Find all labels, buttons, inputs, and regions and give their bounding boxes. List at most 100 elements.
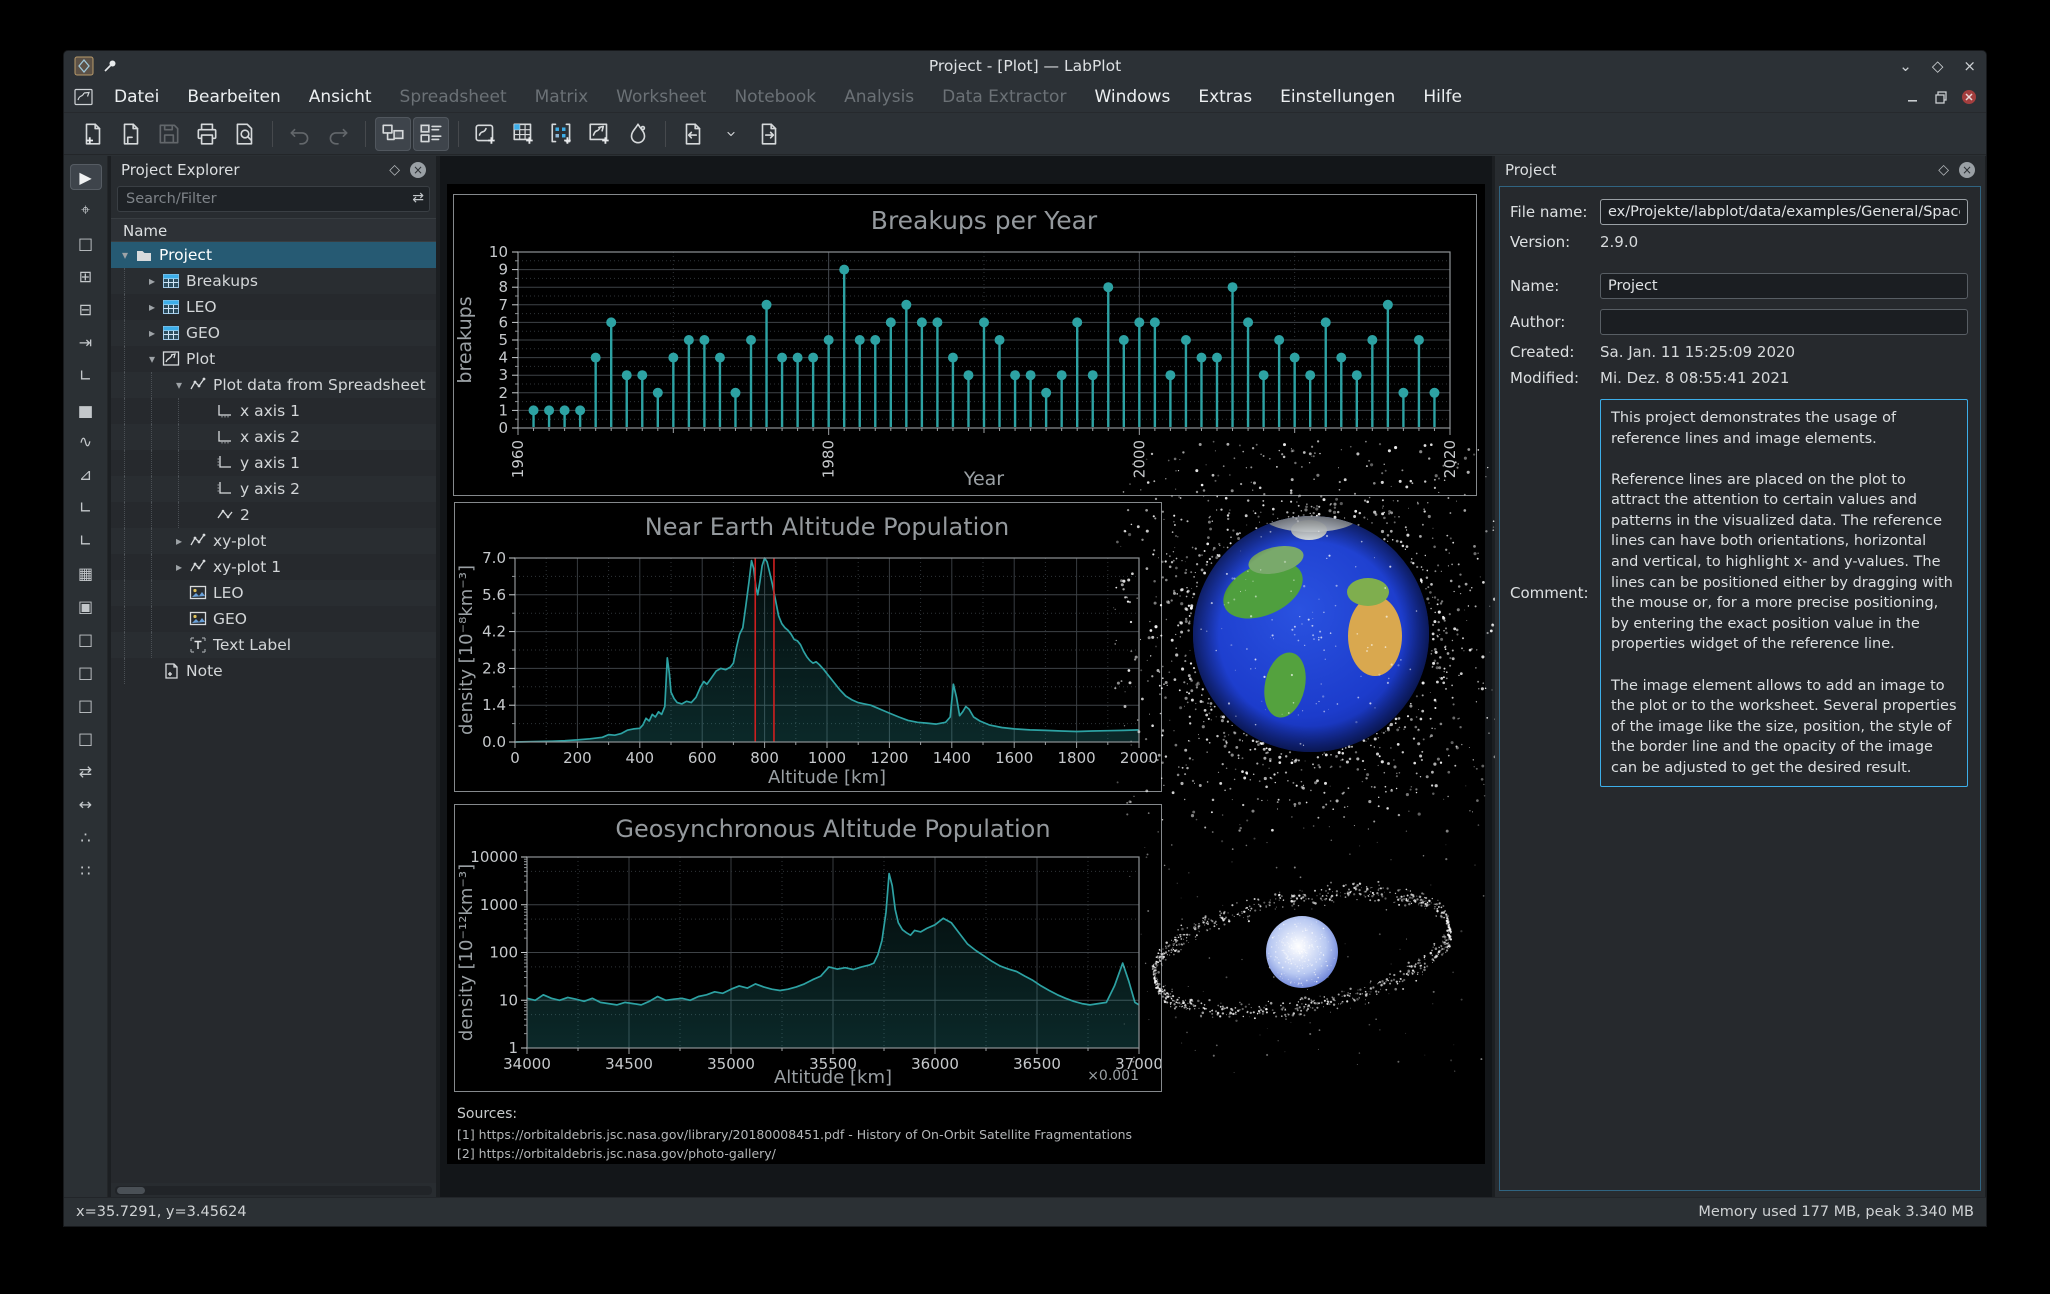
toggle-project-explorer-button[interactable] xyxy=(375,116,411,151)
shade-icon[interactable]: ⌄ xyxy=(1899,51,1912,81)
geo-debris-image[interactable] xyxy=(1119,830,1485,1075)
export-button[interactable] xyxy=(751,117,787,151)
mdi-close-icon[interactable] xyxy=(1960,88,1978,106)
add-grid-tool-icon[interactable]: ▦ xyxy=(70,560,102,586)
tree-item-text-label[interactable]: Text Label xyxy=(111,632,436,658)
float-dock-icon[interactable]: ◇ xyxy=(389,162,400,178)
tree-expander-icon[interactable]: ▾ xyxy=(144,352,160,366)
tree-expander-icon[interactable]: ▸ xyxy=(144,274,160,288)
new-spreadsheet-button[interactable] xyxy=(506,117,542,151)
tree-item-x-axis-1[interactable]: x axis 1 xyxy=(111,398,436,424)
close-dock-icon[interactable]: × xyxy=(1959,162,1975,178)
tree-item-xy-plot-1[interactable]: ▸ xy-plot 1 xyxy=(111,554,436,580)
tree-item-y-axis-2[interactable]: y axis 2 xyxy=(111,476,436,502)
tree-item-xy-plot[interactable]: ▸ xy-plot xyxy=(111,528,436,554)
worksheet-view[interactable]: 0 1 2 3 4 5 6 7 8 9 10 1960 1980 2000 2020 Breakups per… xyxy=(440,156,1510,1197)
tree-item-x-axis-2[interactable]: x axis 2 xyxy=(111,424,436,450)
add-y-axis-tool-icon[interactable]: ∟ xyxy=(70,527,102,553)
active-window-icon[interactable] xyxy=(74,88,94,106)
tree-item-breakups[interactable]: ▸ Breakups xyxy=(111,268,436,294)
filter-options-icon[interactable]: ⇄ xyxy=(412,190,424,206)
mdi-restore-icon[interactable] xyxy=(1932,88,1950,106)
menu-hilfe[interactable]: Hilfe xyxy=(1409,81,1476,113)
new-project-button[interactable] xyxy=(75,117,111,151)
import-button[interactable] xyxy=(675,117,711,151)
geosynchronous-chart[interactable]: 34000 34500 35000 35500 36000 36500 37000 1 10 10… xyxy=(454,804,1163,1092)
search-input[interactable] xyxy=(117,186,430,212)
scale-auto-x-tool-icon[interactable]: ∴ xyxy=(70,824,102,850)
close-dock-icon[interactable]: × xyxy=(410,162,426,178)
tree-item-geo[interactable]: ▸ GEO xyxy=(111,320,436,346)
data-extract-tool-icon[interactable]: ⇥ xyxy=(70,329,102,355)
shift-x-tool-icon[interactable]: ⇄ xyxy=(70,758,102,784)
comment-field[interactable]: This project demonstrates the usage of r… xyxy=(1600,399,1968,787)
tree-item-geo[interactable]: GEO xyxy=(111,606,436,632)
add-curve-tool-icon[interactable]: ∿ xyxy=(70,428,102,454)
leo-debris-image[interactable] xyxy=(1113,438,1510,834)
titlebar[interactable]: Project - [Plot] — LabPlot ⌄ ◇ × xyxy=(64,51,1986,81)
menu-einstellungen[interactable]: Einstellungen xyxy=(1266,81,1409,113)
tree-item-y-axis-1[interactable]: y axis 1 xyxy=(111,450,436,476)
tree-item-note[interactable]: Note xyxy=(111,658,436,684)
chevron-down-button[interactable] xyxy=(713,117,749,151)
tree-column-header[interactable]: Name xyxy=(111,218,436,242)
tree-expander-icon[interactable]: ▸ xyxy=(171,534,187,548)
tree-expander-icon[interactable]: ▾ xyxy=(117,248,133,262)
float-dock-icon[interactable]: ◇ xyxy=(1938,162,1949,178)
pointer-tool-icon[interactable]: ▶ xyxy=(69,164,102,190)
scale-auto-y-tool-icon[interactable]: ∷ xyxy=(70,857,102,883)
svg-text:10000: 10000 xyxy=(470,848,518,866)
open-project-button[interactable] xyxy=(113,117,149,151)
tree-expander-icon[interactable]: ▸ xyxy=(144,300,160,314)
crosshair-tool-icon[interactable]: ⌖ xyxy=(70,197,102,223)
new-worksheet-button[interactable] xyxy=(582,117,618,151)
add-histogram-tool-icon[interactable]: ▅ xyxy=(70,395,102,421)
plot-icon xyxy=(189,558,207,576)
file-name-field[interactable] xyxy=(1600,199,1968,225)
mdi-minimize-icon[interactable] xyxy=(1904,88,1922,106)
add-axis-tool-icon[interactable]: ∟ xyxy=(70,362,102,388)
menu-extras[interactable]: Extras xyxy=(1184,81,1266,113)
tree-expander-icon[interactable]: ▸ xyxy=(144,326,160,340)
zoom-select-tool-icon[interactable]: □ xyxy=(70,626,102,652)
tree-item-plot-data-from-spreadsheet[interactable]: ▾ Plot data from Spreadsheet xyxy=(111,372,436,398)
scrollbar-thumb[interactable] xyxy=(117,1187,145,1194)
sources-heading: Sources: xyxy=(457,1106,518,1122)
toggle-properties-explorer-button[interactable] xyxy=(413,116,449,151)
worksheet-page[interactable]: 0 1 2 3 4 5 6 7 8 9 10 1960 1980 2000 2020 Breakups per… xyxy=(447,184,1510,1164)
near-earth-chart[interactable]: 0 200 400 600 800 1000 1200 1400 1600 1800 2000 0.0… xyxy=(454,502,1162,792)
print-preview-button[interactable] xyxy=(227,117,263,151)
shift-y-tool-icon[interactable]: ↔ xyxy=(70,791,102,817)
horizontal-scrollbar[interactable] xyxy=(115,1186,432,1195)
color-theme-button[interactable] xyxy=(620,117,656,151)
tree-expander-icon[interactable]: ▾ xyxy=(171,378,187,392)
new-workbook-button[interactable] xyxy=(468,117,504,151)
add-image-tool-icon[interactable]: ▣ xyxy=(70,593,102,619)
tree-item-plot[interactable]: ▾ Plot xyxy=(111,346,436,372)
menu-datei[interactable]: Datei xyxy=(100,81,173,113)
project-explorer-dock: Project Explorer ◇ × ⇄ Name ▾ Project ▸ Bre… xyxy=(111,156,436,1197)
new-matrix-button[interactable] xyxy=(544,117,580,151)
tree-expander-icon[interactable]: ▸ xyxy=(171,560,187,574)
print-button[interactable] xyxy=(189,117,225,151)
menu-windows[interactable]: Windows xyxy=(1080,81,1184,113)
add-equation-curve-tool-icon[interactable]: ⊿ xyxy=(70,461,102,487)
tree-item-leo[interactable]: LEO xyxy=(111,580,436,606)
menu-bearbeiten[interactable]: Bearbeiten xyxy=(173,81,294,113)
author-field[interactable] xyxy=(1600,309,1968,335)
name-field[interactable] xyxy=(1600,273,1968,299)
new-spreadsheet-tool-icon[interactable]: ⊞ xyxy=(70,263,102,289)
close-icon[interactable]: × xyxy=(1963,51,1976,81)
tree-item-leo[interactable]: ▸ LEO xyxy=(111,294,436,320)
add-x-axis-tool-icon[interactable]: ∟ xyxy=(70,494,102,520)
tree-item-project[interactable]: ▾ Project xyxy=(111,242,436,268)
new-matrix-tool-icon[interactable]: ⊟ xyxy=(70,296,102,322)
pin-icon[interactable] xyxy=(102,58,118,74)
maximize-icon[interactable]: ◇ xyxy=(1932,51,1944,81)
zoom-y-tool-icon[interactable]: □ xyxy=(70,692,102,718)
tree-item-2[interactable]: 2 xyxy=(111,502,436,528)
zoom-x-tool-icon[interactable]: □ xyxy=(70,659,102,685)
select-region-tool-icon[interactable]: □ xyxy=(70,230,102,256)
menu-ansicht[interactable]: Ansicht xyxy=(295,81,386,113)
fit-selection-tool-icon[interactable]: □ xyxy=(70,725,102,751)
